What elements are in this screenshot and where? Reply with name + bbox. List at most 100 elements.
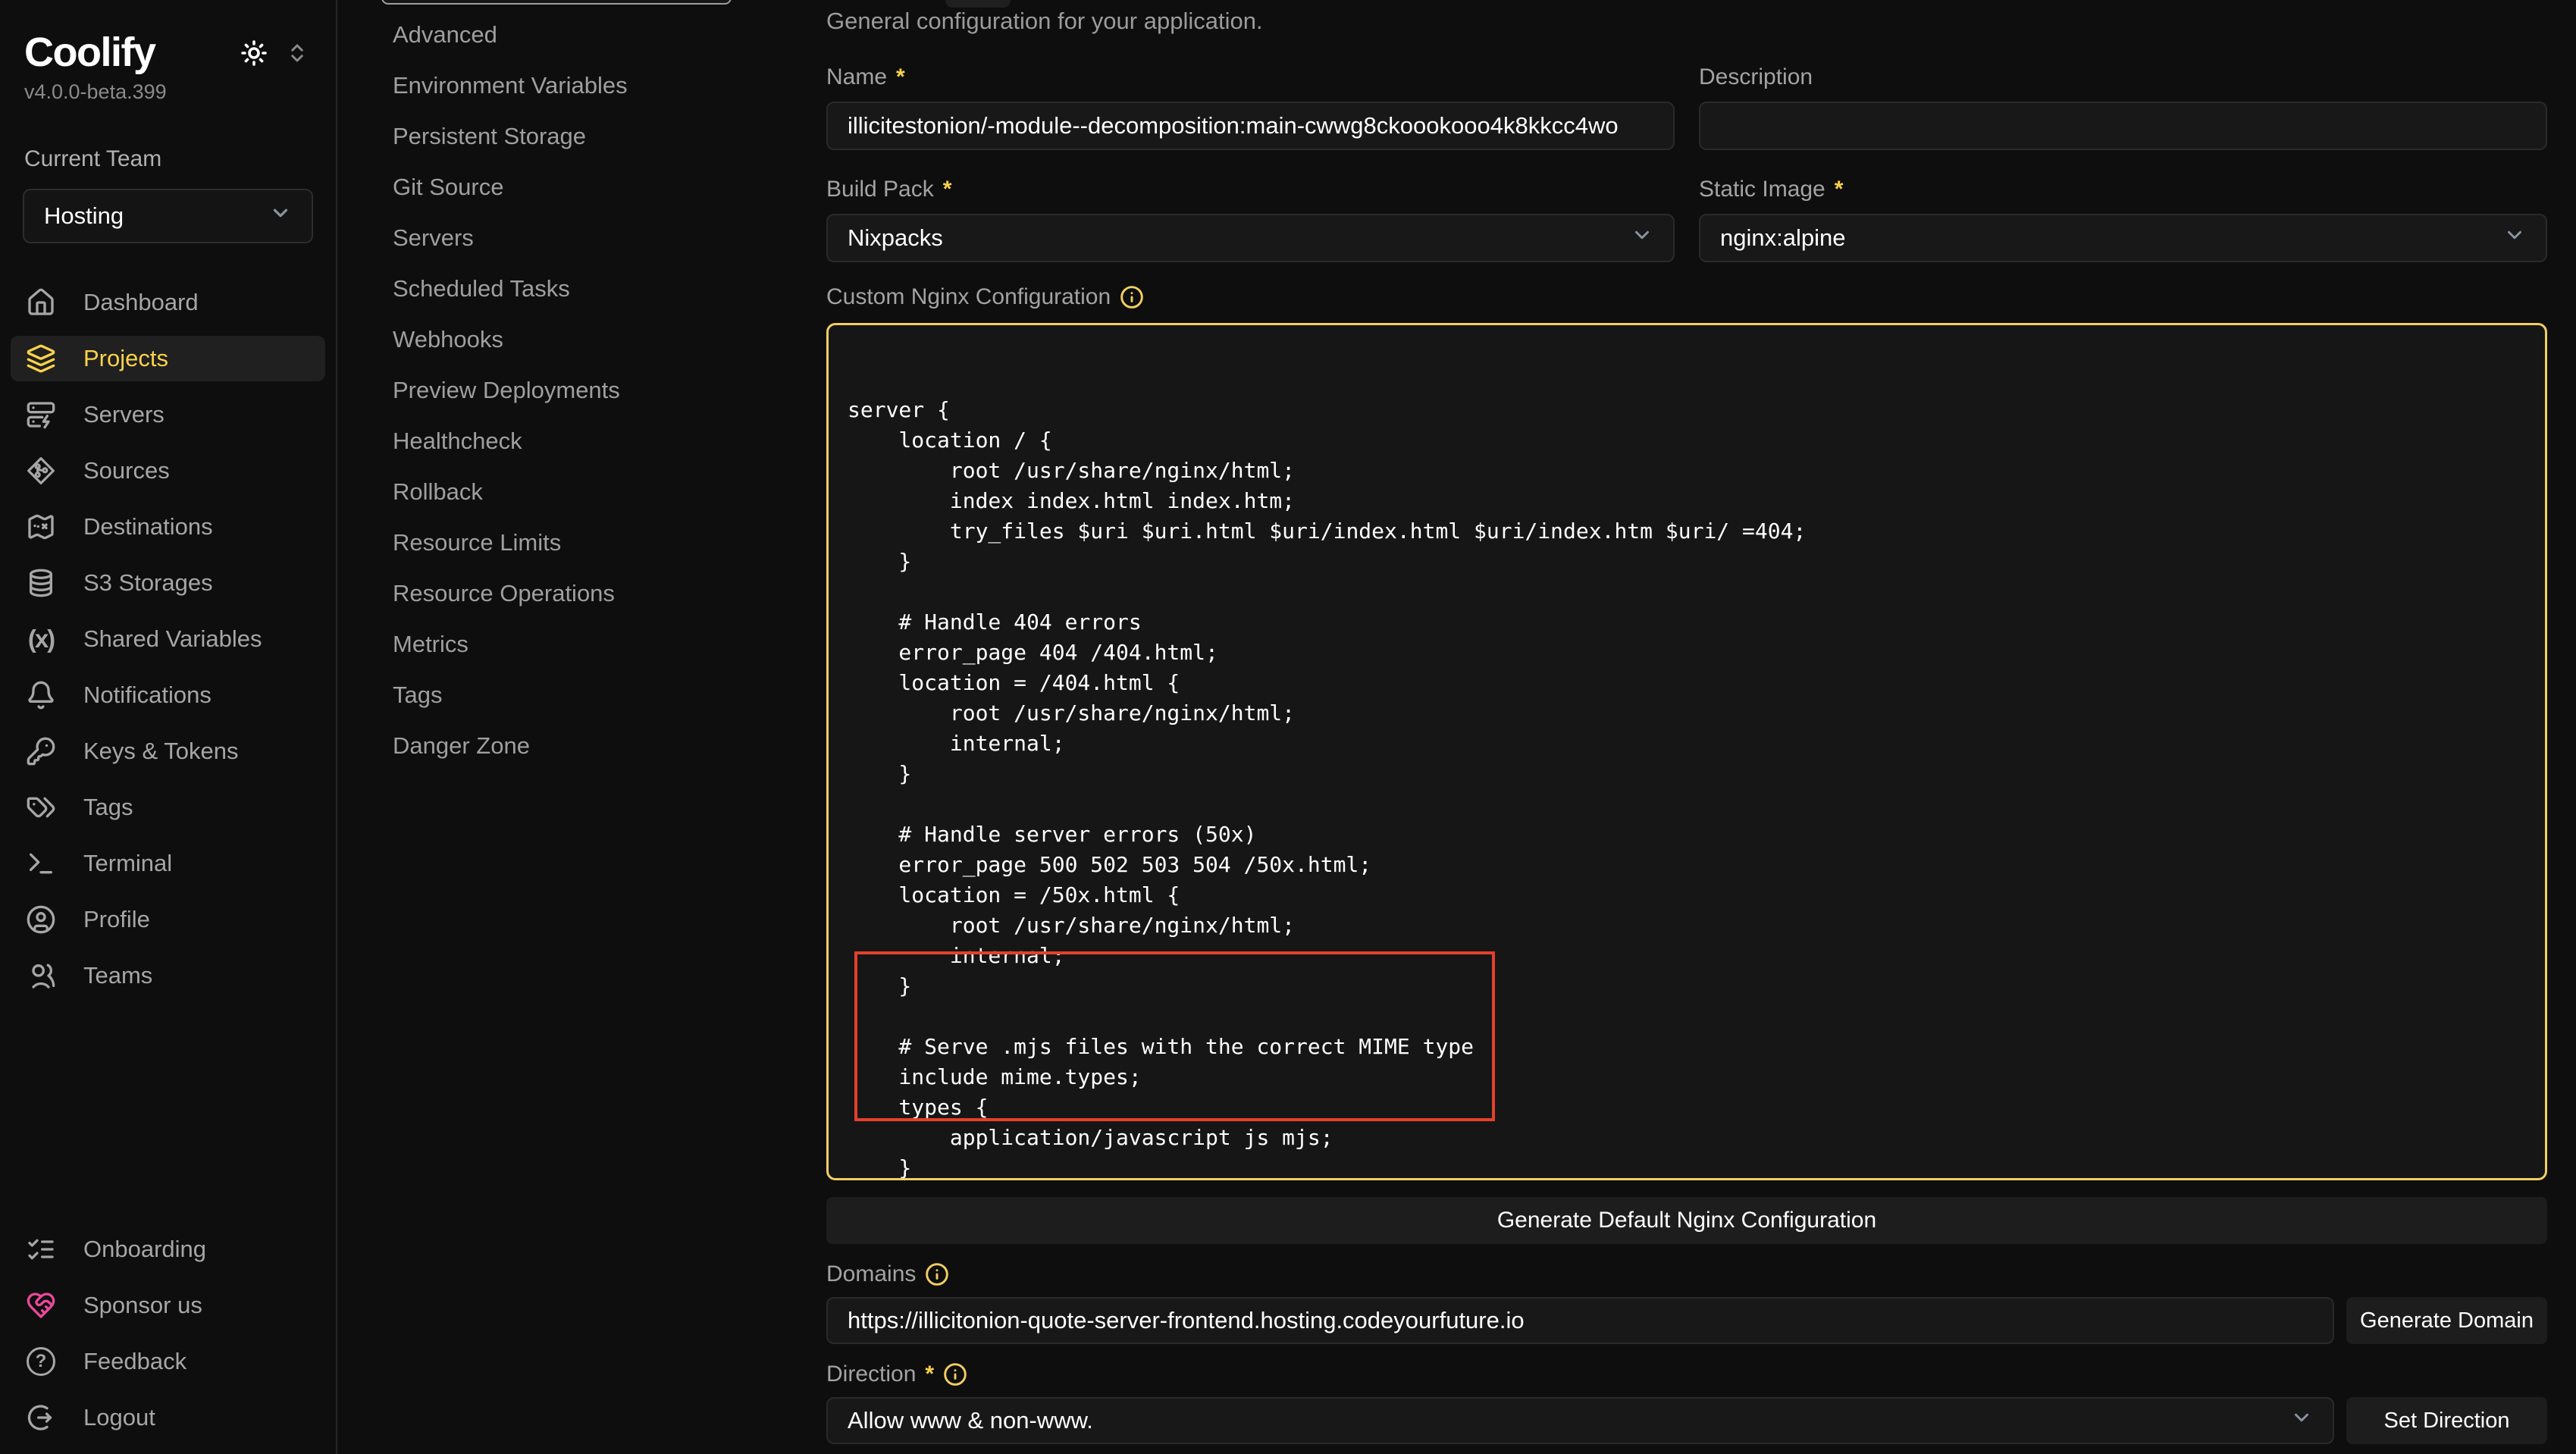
sidebar-item-tags[interactable]: Tags [11,785,325,830]
generate-domain-button[interactable]: Generate Domain [2346,1297,2547,1344]
sidebar-item-label: Sources [83,457,170,484]
submenu-item-danger-zone[interactable]: Danger Zone [393,720,823,771]
domains-input[interactable]: https://illicitonion-quote-server-fronte… [826,1297,2334,1344]
submenu-item-servers[interactable]: Servers [393,212,823,263]
sidebar-item-sources[interactable]: Sources [11,448,325,494]
nginx-code-line: index index.html index.htm; [848,486,2545,516]
submenu-item-git-source[interactable]: Git Source [393,161,823,212]
logout-icon [26,1402,56,1433]
chevron-down-icon [2290,1406,2313,1435]
sidebar-item-label: Teams [83,962,152,989]
set-direction-button[interactable]: Set Direction [2346,1397,2547,1444]
submenu-item-rollback[interactable]: Rollback [393,466,823,517]
nginx-code-line [848,789,2545,819]
page-subtitle: General configuration for your applicati… [826,8,2547,36]
direction-value: Allow www & non-www. [848,1407,1093,1434]
nginx-config-textarea[interactable]: server { location / { root /usr/share/ng… [826,323,2547,1180]
generate-default-nginx-button[interactable]: Generate Default Nginx Configuration [826,1197,2547,1244]
nginx-code-line: } [848,1153,2545,1180]
sidebar-item-servers[interactable]: Servers [11,392,325,437]
sidebar-item-destinations[interactable]: Destinations [11,504,325,550]
theme-toggle-sun-icon[interactable] [240,39,268,67]
direction-label: Direction* [826,1361,2547,1388]
submenu-item-metrics[interactable]: Metrics [393,619,823,669]
users-icon [26,960,56,991]
description-input[interactable] [1699,102,2547,150]
sidebar-item-label: Tags [83,794,133,821]
sidebar-nav: Dashboard Projects Servers Sources Desti… [0,280,336,998]
sidebar-footer-nav: Onboarding Sponsor us ? Feedback Logout [0,1227,336,1440]
sidebar-item-shared-variables[interactable]: (x) Shared Variables [11,616,325,662]
nginx-config-label: Custom Nginx Configuration [826,284,2547,311]
nginx-code-line: # Serve .mjs files with the correct MIME… [848,1032,2545,1062]
nginx-code-line: # Handle 404 errors [848,607,2545,638]
sidebar-item-keys-tokens[interactable]: Keys & Tokens [11,729,325,774]
nginx-code-line: error_page 500 502 503 504 /50x.html; [848,850,2545,880]
sidebar-item-label: Dashboard [83,289,199,316]
submenu-item-preview-deployments[interactable]: Preview Deployments [393,365,823,415]
main-content: General configuration for your applicati… [823,0,2576,1454]
info-icon[interactable] [1120,285,1144,309]
submenu-item-resource-operations[interactable]: Resource Operations [393,568,823,619]
sidebar-item-label: Keys & Tokens [83,738,238,765]
nginx-code-line: root /usr/share/nginx/html; [848,456,2545,486]
layers-icon [26,343,56,374]
name-input[interactable]: illicitestonion/-module--decomposition:m… [826,102,1675,150]
nginx-code: server { location / { root /usr/share/ng… [848,395,2545,1180]
git-source-icon [26,456,56,486]
sidebar-item-label: Logout [83,1404,155,1431]
submenu-item-environment-variables[interactable]: Environment Variables [393,60,823,111]
nginx-code-line: } [848,759,2545,789]
sidebar-item-label: Profile [83,906,150,933]
team-select-value: Hosting [44,202,124,230]
submenu-item-healthcheck[interactable]: Healthcheck [393,415,823,466]
app-version: v4.0.0-beta.399 [0,80,336,104]
team-select[interactable]: Hosting [23,189,313,243]
submenu-item-advanced[interactable]: Advanced [393,9,823,60]
domains-input-value: https://illicitonion-quote-server-fronte… [848,1307,1525,1334]
version-switcher-chevrons-icon[interactable] [286,42,309,64]
sidebar-item-profile[interactable]: Profile [11,897,325,942]
sidebar-item-feedback[interactable]: ? Feedback [11,1339,325,1384]
sidebar-item-sponsor-us[interactable]: Sponsor us [11,1283,325,1328]
sidebar-item-projects[interactable]: Projects [11,336,325,381]
nginx-code-line: server { [848,395,2545,425]
info-icon[interactable] [925,1262,949,1286]
key-icon [26,736,56,766]
submenu-item-scheduled-tasks[interactable]: Scheduled Tasks [393,263,823,314]
sidebar-item-dashboard[interactable]: Dashboard [11,280,325,325]
description-label: Description [1699,64,2547,91]
sidebar-item-onboarding[interactable]: Onboarding [11,1227,325,1272]
domains-label: Domains [826,1261,2547,1288]
sidebar-item-s3-storages[interactable]: S3 Storages [11,560,325,606]
static-image-select[interactable]: nginx:alpine [1699,214,2547,262]
sidebar-item-logout[interactable]: Logout [11,1395,325,1440]
general-tab-cutoff[interactable] [945,0,1011,8]
sidebar-item-notifications[interactable]: Notifications [11,672,325,718]
submenu-item-persistent-storage[interactable]: Persistent Storage [393,111,823,161]
nginx-code-line: location = /404.html { [848,668,2545,698]
server-icon [26,400,56,430]
info-icon[interactable] [943,1362,967,1387]
coolify-app: Coolify v4.0.0-beta.399 Current Team Hos… [0,0,2576,1454]
sidebar-item-label: Terminal [83,850,172,877]
heart-handshake-icon [26,1290,56,1321]
nginx-code-line [848,577,2545,607]
submenu-item-general-cutoff[interactable] [381,0,732,5]
sidebar-item-terminal[interactable]: Terminal [11,841,325,886]
submenu-item-webhooks[interactable]: Webhooks [393,314,823,365]
nginx-code-line: location = /50x.html { [848,880,2545,910]
sidebar-item-label: Projects [83,345,168,372]
direction-select[interactable]: Allow www & non-www. [826,1397,2334,1444]
submenu-item-tags[interactable]: Tags [393,669,823,720]
sidebar-item-label: Feedback [83,1348,186,1375]
settings-submenu: Advanced Environment Variables Persisten… [337,0,823,1454]
sidebar-item-teams[interactable]: Teams [11,953,325,998]
map-icon [26,512,56,542]
sidebar-item-label: Notifications [83,682,212,709]
nginx-code-line: root /usr/share/nginx/html; [848,910,2545,941]
nginx-code-line: } [848,971,2545,1001]
build-pack-select[interactable]: Nixpacks [826,214,1675,262]
submenu-item-resource-limits[interactable]: Resource Limits [393,517,823,568]
nginx-code-line: internal; [848,729,2545,759]
